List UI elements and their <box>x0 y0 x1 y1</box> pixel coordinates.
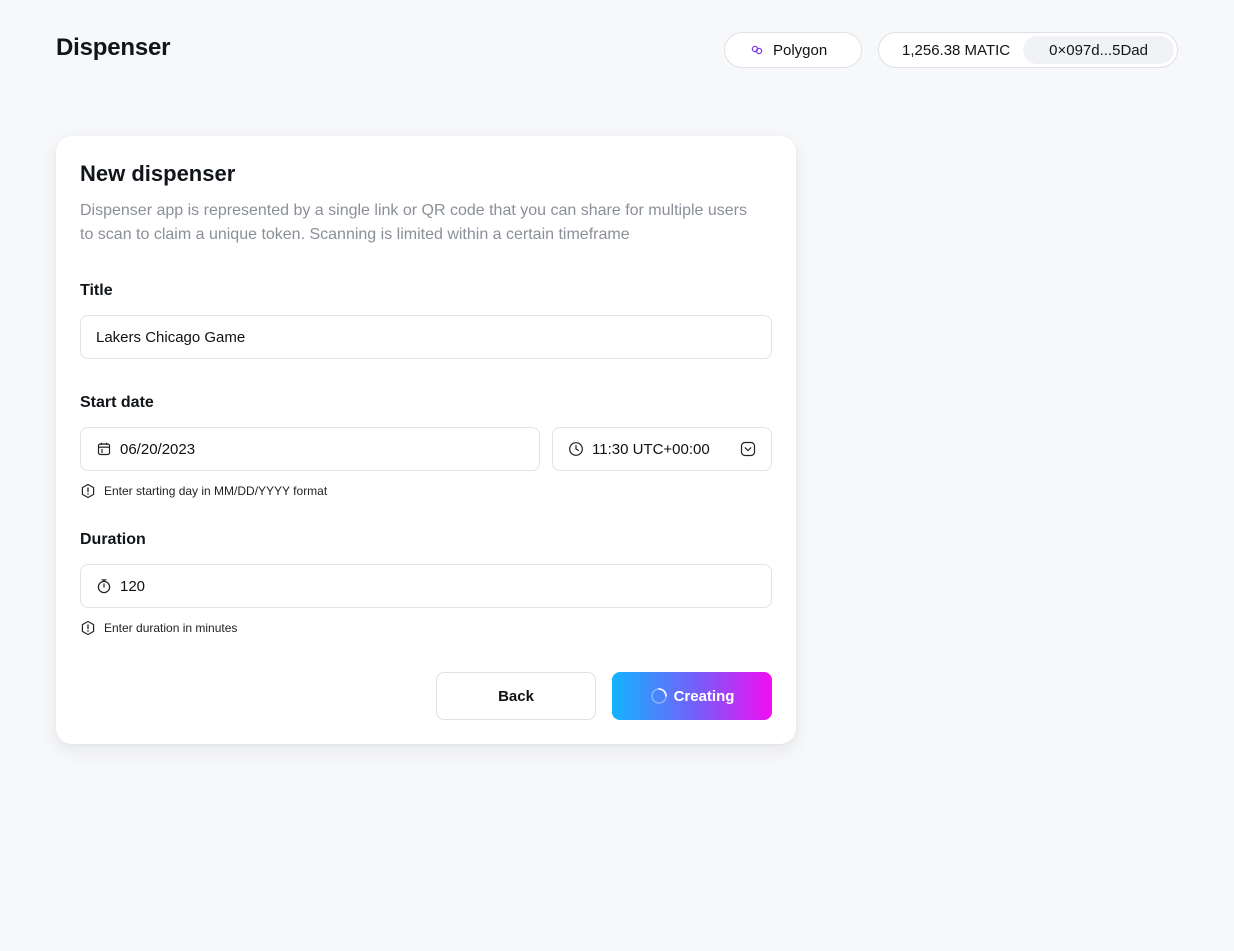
clock-icon <box>568 441 584 457</box>
duration-hint: Enter duration in minutes <box>80 620 772 636</box>
card-description: Dispenser app is represented by a single… <box>80 202 748 243</box>
create-button[interactable]: Creating <box>612 672 772 720</box>
wallet-address[interactable]: 0×097d...5Dad <box>1023 36 1174 64</box>
duration-input[interactable]: 120 <box>80 564 772 608</box>
new-dispenser-card: New dispenser Dispenser app is represent… <box>56 136 796 744</box>
date-input-value: 06/20/2023 <box>120 440 196 458</box>
network-label: Polygon <box>773 41 828 59</box>
title-label: Title <box>80 282 113 299</box>
wallet-balance: 1,256.38 MATIC <box>902 41 1011 59</box>
duration-input-value: 120 <box>120 577 146 595</box>
account-pill[interactable]: 1,256.38 MATIC 0×097d...5Dad <box>878 32 1178 68</box>
chevron-down-icon <box>740 441 756 457</box>
date-input[interactable]: 06/20/2023 <box>80 427 540 471</box>
loading-spinner-icon <box>650 687 668 705</box>
time-select-value: 11:30 UTC+00:00 <box>592 440 710 458</box>
duration-hint-text: Enter duration in minutes <box>104 621 238 635</box>
calendar-icon <box>96 441 112 457</box>
time-select[interactable]: 11:30 UTC+00:00 <box>552 427 772 471</box>
back-button[interactable]: Back <box>436 672 596 720</box>
start-date-hint: Enter starting day in MM/DD/YYYY format <box>80 483 772 499</box>
network-selector[interactable]: Polygon <box>724 32 862 68</box>
chain-link-icon <box>751 44 763 56</box>
stopwatch-icon <box>96 578 112 594</box>
info-icon <box>80 620 96 636</box>
info-icon <box>80 483 96 499</box>
start-date-hint-text: Enter starting day in MM/DD/YYYY format <box>104 484 328 498</box>
title-input-value: Lakers Chicago Game <box>96 328 246 346</box>
app-title: Dispenser <box>56 34 171 61</box>
card-title: New dispenser <box>80 161 236 186</box>
title-input[interactable]: Lakers Chicago Game <box>80 315 772 359</box>
start-date-label: Start date <box>80 394 154 411</box>
create-button-label: Creating <box>673 687 735 705</box>
duration-label: Duration <box>80 531 146 548</box>
